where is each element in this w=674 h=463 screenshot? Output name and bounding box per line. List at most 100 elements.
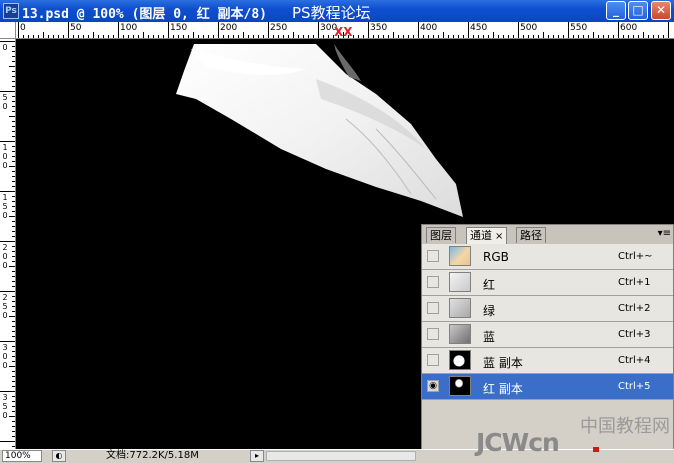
ruler-tick (12, 206, 15, 207)
ruler-tick (12, 376, 15, 377)
ruler-tick (668, 22, 669, 38)
ruler-tick (12, 446, 15, 447)
ruler-tick (538, 35, 539, 38)
ruler-tick (12, 436, 15, 437)
close-icon[interactable]: × (495, 231, 503, 242)
ruler-tick (9, 266, 15, 267)
ruler-tick (53, 35, 54, 38)
ruler-tick (12, 431, 15, 432)
channel-row[interactable]: 红 Ctrl+1 (422, 270, 673, 296)
ruler-tick (12, 171, 15, 172)
panel-tab-bar: 图层 通道 × 路径 ▾≡ (422, 225, 673, 245)
ruler-tick (243, 32, 244, 38)
ruler-tick (223, 35, 224, 38)
ruler-tick (623, 35, 624, 38)
ruler-tick (653, 35, 654, 38)
visibility-toggle[interactable] (427, 250, 439, 262)
close-button[interactable]: ✕ (651, 1, 671, 20)
ruler-tick (0, 241, 15, 242)
ruler-label: 1 (2, 143, 8, 152)
ruler-tick (173, 35, 174, 38)
ruler-tick (648, 35, 649, 38)
zoom-input[interactable]: 100% (2, 450, 42, 462)
photoshop-app-icon[interactable]: Ps (3, 3, 19, 19)
ruler-tick (153, 35, 154, 38)
ruler-tick (378, 35, 379, 38)
ruler-tick (12, 401, 15, 402)
ruler-tick (12, 311, 15, 312)
channel-row[interactable]: RGB Ctrl+~ (422, 244, 673, 270)
ruler-tick (12, 406, 15, 407)
vertical-ruler[interactable]: 050100150200250300350 (0, 39, 16, 449)
minimize-button[interactable]: _ (606, 1, 626, 20)
ruler-tick (12, 76, 15, 77)
ruler-tick (63, 35, 64, 38)
ruler-label: 600 (620, 23, 638, 33)
ruler-tick (308, 35, 309, 38)
ruler-label: 50 (70, 23, 82, 33)
ruler-label: 0 (2, 311, 8, 320)
visibility-toggle[interactable] (427, 276, 439, 288)
ruler-tick (643, 32, 644, 38)
ruler-tick (12, 96, 15, 97)
ruler-tick (12, 151, 15, 152)
status-bar: 100% ◐ 文档:772.2K/5.18M ▸ (0, 449, 674, 463)
ruler-tick (12, 276, 15, 277)
ruler-tick (453, 35, 454, 38)
ruler-tick (12, 321, 15, 322)
maximize-button[interactable]: □ (628, 1, 648, 20)
ruler-tick (12, 331, 15, 332)
ruler-corner[interactable] (0, 22, 16, 39)
ruler-tick (43, 32, 44, 38)
ruler-tick (0, 291, 15, 292)
eye-icon[interactable]: ◉ (427, 380, 439, 392)
ruler-tick (12, 281, 15, 282)
ruler-tick (218, 22, 219, 38)
ruler-tick (433, 35, 434, 38)
channel-shortcut: Ctrl+~ (618, 251, 653, 262)
channel-row[interactable]: ◉ 红 副本 Ctrl+5 (422, 374, 673, 400)
tab-paths[interactable]: 路径 (516, 227, 546, 243)
ruler-tick (658, 35, 659, 38)
ruler-tick (328, 35, 329, 38)
ruler-label: 0 (2, 152, 8, 161)
ruler-tick (28, 35, 29, 38)
channel-thumbnail (449, 376, 471, 396)
ruler-label: 2 (2, 293, 8, 302)
ruler-tick (0, 141, 15, 142)
visibility-toggle[interactable] (427, 302, 439, 314)
channel-thumbnail (449, 324, 471, 344)
visibility-toggle[interactable] (427, 328, 439, 340)
ruler-tick (483, 35, 484, 38)
channel-row[interactable]: 绿 Ctrl+2 (422, 296, 673, 322)
ruler-label: 500 (520, 23, 538, 33)
ruler-tick (0, 391, 15, 392)
ruler-label: 150 (170, 23, 188, 33)
status-options-button[interactable]: ◐ (52, 450, 66, 462)
tab-layers[interactable]: 图层 (426, 227, 456, 243)
channel-row[interactable]: 蓝 副本 Ctrl+4 (422, 348, 673, 374)
ruler-tick (253, 35, 254, 38)
channel-thumbnail (449, 350, 471, 370)
ruler-tick (138, 35, 139, 38)
channel-thumbnail (449, 246, 471, 266)
channel-row[interactable]: 蓝 Ctrl+3 (422, 322, 673, 348)
ruler-tick (603, 35, 604, 38)
ruler-tick (563, 35, 564, 38)
ruler-tick (12, 196, 15, 197)
ruler-tick (133, 35, 134, 38)
ruler-tick (78, 35, 79, 38)
visibility-toggle[interactable] (427, 354, 439, 366)
panel-menu-icon[interactable]: ▾≡ (658, 228, 671, 239)
ruler-tick (12, 421, 15, 422)
document-info: 文档:772.2K/5.18M (106, 450, 199, 461)
ruler-tick (12, 101, 15, 102)
tab-channels[interactable]: 通道 × (466, 227, 508, 245)
ruler-tick (273, 35, 274, 38)
status-arrow-button[interactable]: ▸ (250, 450, 264, 462)
ruler-tick (213, 35, 214, 38)
ruler-tick (12, 111, 15, 112)
horizontal-scrollbar[interactable] (266, 451, 416, 461)
ruler-tick (478, 35, 479, 38)
ruler-tick (12, 231, 15, 232)
